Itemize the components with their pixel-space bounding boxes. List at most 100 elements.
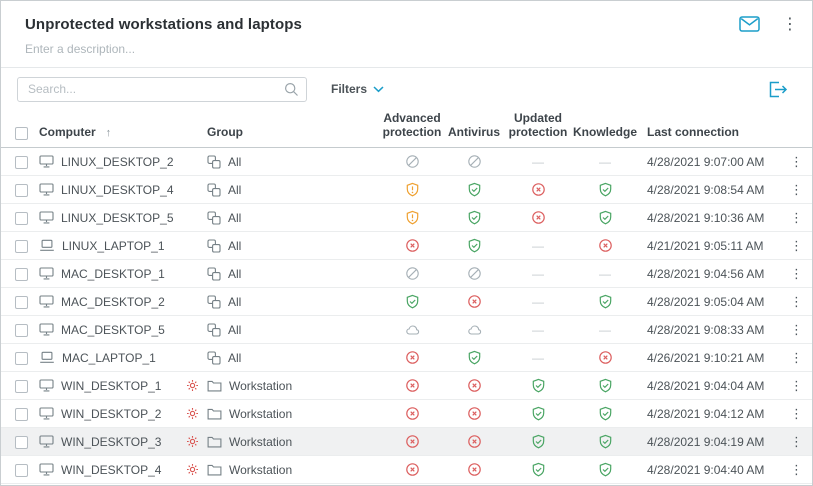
row-checkbox[interactable] [15, 156, 28, 169]
row-menu-button[interactable]: ⋮ [783, 294, 810, 310]
row-menu-button[interactable]: ⋮ [783, 406, 810, 422]
column-header-knowledge[interactable]: Knowledge [573, 125, 637, 139]
group-all-icon [207, 295, 221, 309]
select-all-checkbox[interactable] [15, 127, 28, 140]
kebab-menu-icon[interactable]: ⋮ [782, 14, 796, 34]
desktop-icon [39, 267, 54, 280]
column-header-updated-protection[interactable]: Updated protection [509, 111, 568, 139]
title-bar: Unprotected workstations and laptops ⋮ [1, 1, 812, 34]
row-menu-button[interactable]: ⋮ [783, 350, 810, 366]
shield-warning-icon [379, 210, 445, 225]
shield-check-icon [573, 378, 637, 393]
circle-x-icon [445, 378, 503, 393]
row-menu-button[interactable]: ⋮ [783, 378, 810, 394]
sort-ascending-icon[interactable]: ↑ [106, 127, 112, 140]
row-checkbox[interactable] [15, 184, 28, 197]
last-connection: 4/28/2021 9:04:56 AM [637, 267, 783, 281]
table-row[interactable]: LINUX_DESKTOP_4 All 4/28/2021 9:08:54 AM… [1, 176, 812, 204]
page-title: Unprotected workstations and laptops [25, 16, 739, 33]
row-menu-button[interactable]: ⋮ [783, 462, 810, 478]
computer-name: WIN_DESKTOP_4 [61, 463, 161, 477]
circle-slash-icon [445, 266, 503, 281]
envelope-icon[interactable] [739, 16, 760, 32]
group-name: All [228, 351, 241, 365]
computer-name: WIN_DESKTOP_1 [61, 379, 161, 393]
circle-x-icon [445, 434, 503, 449]
group-name: Workstation [229, 379, 292, 393]
search-input[interactable] [17, 77, 307, 102]
row-menu-button[interactable]: ⋮ [783, 182, 810, 198]
dash-icon: — [503, 323, 573, 337]
circle-x-icon [445, 294, 503, 309]
column-header-antivirus[interactable]: Antivirus [448, 125, 500, 139]
row-menu-button[interactable]: ⋮ [783, 322, 810, 338]
shield-check-icon [573, 210, 637, 225]
shield-check-icon [573, 462, 637, 477]
dash-icon: — [503, 295, 573, 309]
computer-name: LINUX_DESKTOP_2 [61, 155, 174, 169]
table-row[interactable]: WIN_DESKTOP_2 Workstation 4/28/2021 9:04… [1, 400, 812, 428]
computer-name: MAC_DESKTOP_2 [61, 295, 165, 309]
shield-check-icon [573, 182, 637, 197]
desktop-icon [39, 463, 54, 476]
row-checkbox[interactable] [15, 436, 28, 449]
desktop-icon [39, 435, 54, 448]
circle-slash-icon [379, 154, 445, 169]
row-checkbox[interactable] [15, 324, 28, 337]
table-row[interactable]: MAC_DESKTOP_5 All — — 4/28/2021 9:08:33 … [1, 316, 812, 344]
computer-name: MAC_DESKTOP_5 [61, 323, 165, 337]
group-name: Workstation [229, 463, 292, 477]
table-row[interactable]: WIN_DESKTOP_4 Workstation 4/28/2021 9:04… [1, 456, 812, 484]
computer-name: MAC_DESKTOP_1 [61, 267, 165, 281]
row-checkbox[interactable] [15, 352, 28, 365]
laptop-icon [39, 239, 55, 252]
group-all-icon [207, 211, 221, 225]
column-header-last-connection[interactable]: Last connection [647, 125, 739, 139]
circle-x-icon [445, 406, 503, 421]
row-checkbox[interactable] [15, 464, 28, 477]
shield-check-icon [573, 434, 637, 449]
group-name: All [228, 295, 241, 309]
folder-icon [207, 464, 222, 476]
column-header-group[interactable]: Group [207, 125, 243, 139]
row-menu-button[interactable]: ⋮ [783, 210, 810, 226]
filters-button[interactable]: Filters [331, 82, 384, 96]
column-header-advanced-protection[interactable]: Advanced protection [383, 111, 442, 139]
gear-alert-icon [186, 379, 199, 392]
table-row[interactable]: WIN_DESKTOP_3 Workstation 4/28/2021 9:04… [1, 428, 812, 456]
table-row[interactable]: MAC_LAPTOP_1 All — 4/26/2021 9:10:21 AM … [1, 344, 812, 372]
row-checkbox[interactable] [15, 240, 28, 253]
group-name: All [228, 267, 241, 281]
column-header-computer[interactable]: Computer [39, 126, 96, 140]
table-row[interactable]: MAC_DESKTOP_2 All — 4/28/2021 9:05:04 AM… [1, 288, 812, 316]
group-name: Workstation [229, 407, 292, 421]
table-row[interactable]: LINUX_DESKTOP_5 All 4/28/2021 9:10:36 AM… [1, 204, 812, 232]
row-menu-button[interactable]: ⋮ [783, 154, 810, 170]
desktop-icon [39, 407, 54, 420]
row-checkbox[interactable] [15, 212, 28, 225]
row-checkbox[interactable] [15, 408, 28, 421]
export-icon[interactable] [767, 80, 788, 99]
table-row[interactable]: MAC_DESKTOP_1 All — — 4/28/2021 9:04:56 … [1, 260, 812, 288]
computer-name: LINUX_DESKTOP_5 [61, 211, 174, 225]
row-checkbox[interactable] [15, 380, 28, 393]
table-row[interactable]: LINUX_DESKTOP_2 All — — 4/28/2021 9:07:0… [1, 148, 812, 176]
row-menu-button[interactable]: ⋮ [783, 238, 810, 254]
row-checkbox[interactable] [15, 296, 28, 309]
group-all-icon [207, 323, 221, 337]
laptop-icon [39, 351, 55, 364]
table-row[interactable]: WIN_DESKTOP_1 Workstation 4/28/2021 9:04… [1, 372, 812, 400]
shield-check-icon [503, 378, 573, 393]
last-connection: 4/21/2021 9:05:11 AM [637, 239, 783, 253]
row-menu-button[interactable]: ⋮ [783, 434, 810, 450]
description-input[interactable] [25, 42, 788, 56]
chevron-down-icon [373, 86, 384, 93]
row-checkbox[interactable] [15, 268, 28, 281]
table-row[interactable]: LINUX_LAPTOP_1 All — 4/21/2021 9:05:11 A… [1, 232, 812, 260]
dash-icon: — [573, 155, 637, 169]
group-all-icon [207, 351, 221, 365]
cloud-icon [445, 323, 503, 337]
filters-label: Filters [331, 82, 367, 96]
gear-alert-icon [186, 463, 199, 476]
row-menu-button[interactable]: ⋮ [783, 266, 810, 282]
